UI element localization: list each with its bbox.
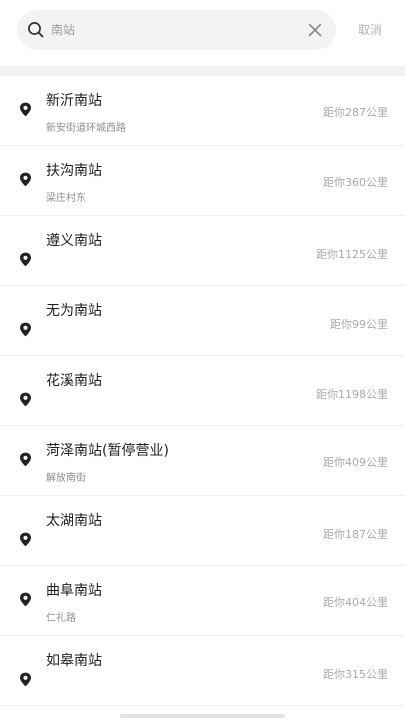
station-row[interactable]: 遵义南站距你1125公里 [0, 216, 405, 286]
location-pin-icon [19, 592, 32, 607]
station-name: 如皋南站 [46, 653, 102, 669]
station-list: 新沂南站 新安街道环城西路 距你287公里 扶沟南站 梁庄村东 距你360公里 遵义南站 距你… [0, 76, 405, 706]
station-row[interactable]: 花溪南站距你1198公里 [0, 356, 405, 426]
station-address: 梁庄村东 [46, 193, 86, 204]
station-address: 新安街道环城西路 [46, 123, 126, 134]
location-pin-icon [19, 452, 32, 467]
search-bar: 南站 取消 [0, 0, 405, 66]
station-distance: 距你409公里 [323, 456, 388, 469]
location-pin-icon [19, 252, 32, 267]
cancel-button[interactable]: 取消 [358, 19, 382, 41]
station-name: 太湖南站 [46, 513, 102, 529]
station-distance: 距你187公里 [323, 528, 388, 541]
station-name: 花溪南站 [46, 373, 102, 389]
station-distance: 距你99公里 [330, 318, 388, 331]
station-name: 曲阜南站 [46, 583, 102, 599]
station-row[interactable]: 新沂南站新安街道环城西路 距你287公里 [0, 76, 405, 146]
station-name: 遵义南站 [46, 233, 102, 249]
location-pin-icon [19, 672, 32, 687]
station-address: 仁礼路 [46, 613, 76, 624]
screen: 南站 取消 新沂南站新安街道环城西路 距你287公里扶沟南站梁庄村东 距你360公里… [0, 0, 405, 720]
location-pin-icon [19, 102, 32, 117]
station-row[interactable]: 曲阜南站仁礼路 距你404公里 [0, 566, 405, 636]
search-field[interactable]: 南站 [17, 10, 336, 50]
section-divider [0, 66, 405, 76]
station-row[interactable]: 如皋南站距你315公里 [0, 636, 405, 706]
station-row[interactable]: 太湖南站距你187公里 [0, 496, 405, 566]
station-row[interactable]: 扶沟南站梁庄村东 距你360公里 [0, 146, 405, 216]
station-name: 新沂南站 [46, 93, 102, 109]
location-pin-icon [19, 392, 32, 407]
home-indicator [120, 714, 285, 718]
station-distance: 距你315公里 [323, 668, 388, 681]
station-row[interactable]: 无为南站距你99公里 [0, 286, 405, 356]
search-input[interactable]: 南站 [51, 10, 301, 50]
search-icon [28, 22, 44, 38]
station-name: 无为南站 [46, 303, 102, 319]
station-distance: 距你1198公里 [316, 388, 388, 401]
location-pin-icon [19, 322, 32, 337]
station-distance: 距你404公里 [323, 596, 388, 609]
station-distance: 距你1125公里 [316, 248, 388, 261]
location-pin-icon [19, 532, 32, 547]
station-distance: 距你360公里 [323, 176, 388, 189]
station-name: 扶沟南站 [46, 163, 102, 179]
station-address: 解放南街 [46, 473, 86, 484]
station-row[interactable]: 菏泽南站(暂停营业) 解放南街 距你409公里 [0, 426, 405, 496]
station-distance: 距你287公里 [323, 106, 388, 119]
location-pin-icon [19, 172, 32, 187]
close-icon[interactable] [308, 23, 322, 37]
station-name: 菏泽南站(暂停营业) [46, 443, 169, 459]
